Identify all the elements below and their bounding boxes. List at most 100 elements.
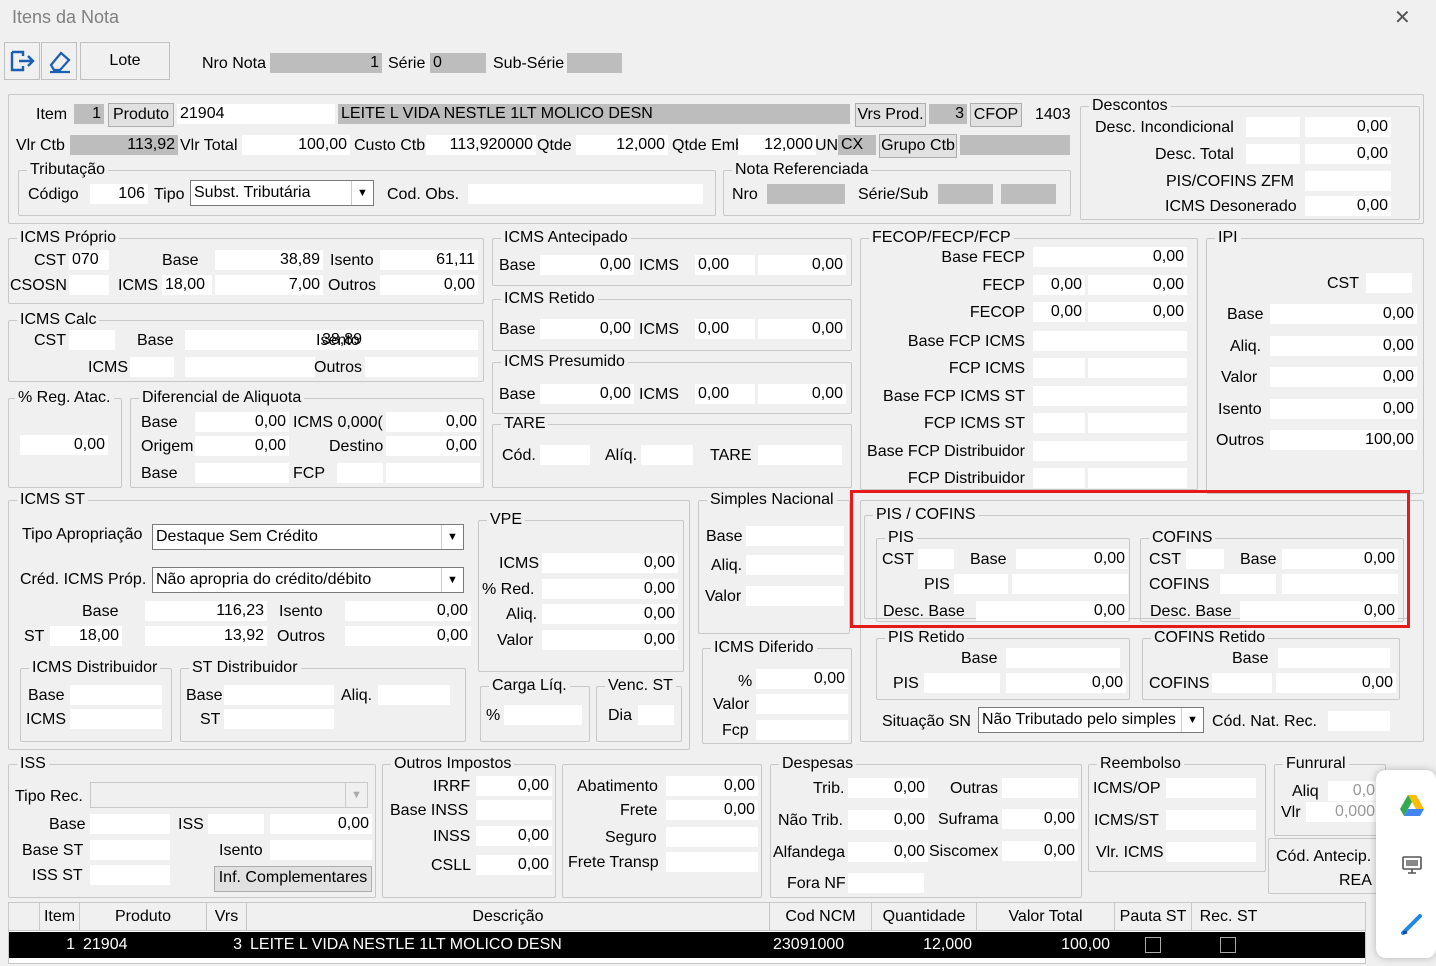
calc-isento-field[interactable] — [365, 330, 478, 350]
monitor-icon[interactable] — [1400, 853, 1424, 877]
funrural-vlr-field[interactable]: 0,000 — [1306, 802, 1378, 822]
tare-cod-field[interactable] — [540, 445, 590, 465]
dif-fcp-rate[interactable] — [337, 463, 383, 483]
item-field[interactable]: 1 — [74, 104, 104, 124]
simples-base-field[interactable] — [746, 526, 844, 546]
serie-field[interactable]: 0 — [430, 53, 486, 73]
calc-icms-val[interactable] — [185, 357, 315, 377]
iss-isento-field[interactable] — [270, 840, 372, 860]
fcp-icms-st-rate[interactable] — [1033, 413, 1085, 433]
fcp-icms-val[interactable] — [1088, 358, 1187, 378]
tare-tare-field[interactable] — [758, 445, 842, 465]
checkbox[interactable] — [1220, 937, 1236, 953]
column-header[interactable]: Vrs — [206, 903, 246, 931]
calc-cst-field[interactable] — [69, 330, 115, 350]
stdist-base-field[interactable] — [224, 685, 334, 705]
nro-ref-field[interactable] — [767, 184, 845, 204]
dif-base-field[interactable]: 0,00 — [195, 412, 289, 432]
cfop-button[interactable]: CFOP — [970, 103, 1022, 127]
ipi-valor-field[interactable]: 0,00 — [1270, 367, 1417, 387]
vlr-ctb-field[interactable]: 113,92 — [70, 135, 178, 155]
eraser-button[interactable] — [41, 42, 77, 80]
iss-rate-field[interactable] — [208, 814, 264, 834]
chevron-down-icon[interactable]: ▼ — [441, 525, 463, 549]
lote-button[interactable]: Lote — [80, 42, 170, 80]
dif-fcp-field[interactable] — [386, 463, 480, 483]
fcp-icms-st-val[interactable] — [1088, 413, 1187, 433]
column-header[interactable]: Produto — [79, 903, 206, 931]
tipo-aprop-select[interactable]: Destaque Sem Crédito ▼ — [152, 524, 464, 550]
iss-base-st-field[interactable] — [90, 840, 170, 860]
column-header[interactable]: Quantidade — [871, 903, 976, 931]
st-base-field[interactable]: 116,23 — [145, 601, 267, 621]
vpe-icms-field[interactable]: 0,00 — [542, 553, 678, 573]
sub-ref-field[interactable] — [1001, 184, 1056, 204]
pisret-base-field[interactable] — [1006, 648, 1120, 668]
dif-destino-field[interactable]: 0,00 — [386, 436, 480, 456]
chevron-down-icon[interactable]: ▼ — [1181, 708, 1203, 732]
tipo-select[interactable]: Subst. Tributária ▼ — [190, 180, 374, 206]
fecop-rate[interactable]: 0,00 — [1033, 302, 1085, 322]
cred-select[interactable]: Não apropria do crédito/débito ▼ — [152, 567, 464, 593]
fecop-val[interactable]: 0,00 — [1088, 302, 1187, 322]
ant-icms-val[interactable]: 0,00 — [758, 255, 846, 275]
codigo-field[interactable]: 106 — [90, 184, 148, 204]
ipi-aliq-field[interactable]: 0,00 — [1270, 336, 1417, 356]
frete-transp-field[interactable] — [666, 852, 758, 872]
fcp-icms-rate[interactable] — [1033, 358, 1085, 378]
produto-button[interactable]: Produto — [108, 103, 174, 127]
column-header[interactable]: Valor Total — [976, 903, 1114, 931]
dif-base2-field[interactable] — [195, 463, 289, 483]
csll-field[interactable]: 0,00 — [476, 855, 552, 875]
situacao-select[interactable]: Não Tributado pelo simples ▼ — [978, 707, 1204, 733]
pis-zfm-field[interactable] — [1305, 171, 1391, 191]
qtde-field[interactable]: 12,000 — [576, 135, 668, 155]
icms-val-field[interactable]: 7,00 — [215, 275, 323, 295]
inss-field[interactable]: 0,00 — [476, 826, 552, 846]
pisret-rate-field[interactable] — [924, 673, 1000, 693]
vrs-field[interactable]: 3 — [929, 104, 967, 124]
desp-outras-field[interactable] — [1002, 778, 1078, 798]
icms-outros-field[interactable]: 0,00 — [380, 275, 478, 295]
carga-field[interactable] — [504, 705, 582, 725]
desp-suframa-field[interactable]: 0,00 — [1002, 809, 1078, 829]
desp-fora-nf-field[interactable] — [848, 873, 924, 893]
icms-deson-field[interactable]: 0,00 — [1305, 196, 1391, 216]
icms-rate-field[interactable]: 18,00 — [162, 275, 212, 295]
seguro-field[interactable] — [666, 827, 758, 847]
dif-pct-field[interactable]: 0,00 — [756, 669, 848, 689]
nro-nota-field[interactable]: 1 — [270, 53, 382, 73]
st-outros-field[interactable]: 0,00 — [345, 626, 471, 646]
custo-ctb-field[interactable]: 113,920000 — [426, 135, 536, 155]
dif-valor-field[interactable] — [756, 694, 848, 714]
csosn-field[interactable] — [69, 275, 109, 295]
reemb-icms-st-field[interactable] — [1166, 810, 1256, 830]
ipi-outros-field[interactable]: 100,00 — [1270, 430, 1417, 450]
calc-icms-field[interactable] — [130, 357, 174, 377]
ant-icms-rate[interactable]: 0,00 — [695, 255, 755, 275]
column-header[interactable]: Pauta ST — [1114, 903, 1191, 931]
ret-icms-val[interactable]: 0,00 — [758, 319, 846, 339]
desc-incond-field[interactable]: 0,00 — [1305, 117, 1391, 137]
produto-code-field[interactable]: 21904 — [177, 104, 335, 124]
cofret-rate-field[interactable] — [1212, 673, 1272, 693]
ret-icms-rate[interactable]: 0,00 — [695, 319, 755, 339]
pres-base-field[interactable]: 0,00 — [540, 384, 634, 404]
desp-nao-trib-field[interactable]: 0,00 — [848, 810, 928, 830]
icms-cst-field[interactable]: 070 — [69, 250, 109, 270]
ipi-cst-field[interactable] — [1366, 273, 1412, 293]
cofret-base-field[interactable] — [1278, 648, 1390, 668]
irrf-field[interactable]: 0,00 — [476, 776, 552, 796]
base-fecp-field[interactable]: 0,00 — [1033, 247, 1187, 267]
serie-ref-field[interactable] — [938, 184, 993, 204]
pres-icms-rate[interactable]: 0,00 — [695, 384, 755, 404]
base-inss-field[interactable] — [476, 800, 552, 820]
tipo-rec-select[interactable]: ▼ — [90, 782, 368, 808]
qtde-emb-field[interactable]: 12,000 — [738, 135, 816, 155]
iss-base-field[interactable] — [90, 814, 170, 834]
reemb-vlr-icms-field[interactable] — [1166, 842, 1256, 862]
grupo-ctb-field[interactable] — [960, 135, 1070, 155]
vpe-aliq-field[interactable]: 0,00 — [542, 604, 678, 624]
exit-button[interactable] — [4, 42, 40, 80]
desc-total-field[interactable]: 0,00 — [1305, 144, 1391, 164]
